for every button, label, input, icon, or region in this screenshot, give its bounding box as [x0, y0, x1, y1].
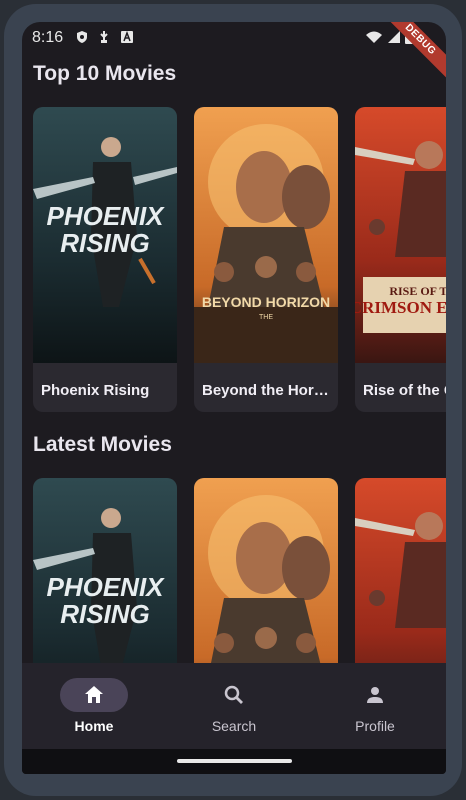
status-time: 8:16: [32, 29, 64, 46]
latest-row[interactable]: PHOENIX RISING: [22, 478, 446, 663]
svg-text:PHOENIX: PHOENIX: [46, 201, 165, 231]
svg-text:BEYOND HORIZON: BEYOND HORIZON: [202, 294, 330, 310]
poster-beyond-the-horizon: BEYOND HORIZON THE: [194, 107, 338, 363]
movie-card[interactable]: PHOENIX RISING Phoenix Rising: [33, 107, 177, 412]
home-icon: [85, 686, 103, 703]
top10-row[interactable]: PHOENIX RISING Phoenix Rising BEYOND HOR…: [22, 107, 446, 412]
search-icon: [224, 685, 243, 704]
movie-card[interactable]: [355, 478, 446, 663]
movie-card[interactable]: [194, 478, 338, 663]
app-screen: 8:16 DEBUG Top 10 Movies PHOENIX RISING …: [22, 22, 446, 774]
movie-card[interactable]: RISE OF THE CRIMSON EMPIRE Rise of the C…: [355, 107, 446, 412]
svg-text:RISE OF THE: RISE OF THE: [389, 284, 446, 298]
poster-rise-of-the-crimson-empire: RISE OF THE CRIMSON EMPIRE: [355, 107, 446, 363]
movie-card[interactable]: BEYOND HORIZON THE Beyond the Horizon: [194, 107, 338, 412]
movie-card[interactable]: PHOENIX RISING: [33, 478, 177, 663]
shield-icon: [77, 31, 87, 43]
poster-phoenix-rising: PHOENIX RISING: [33, 107, 177, 363]
nav-item-profile[interactable]: Profile: [315, 663, 435, 749]
svg-text:PHOENIX: PHOENIX: [46, 572, 165, 602]
nav-label-home: Home: [74, 718, 114, 734]
movie-title: Phoenix Rising: [41, 382, 150, 399]
wifi-icon: [366, 31, 382, 43]
gesture-area: [22, 749, 446, 774]
movie-title: Beyond the Horizon: [202, 382, 332, 399]
section-title-top10: Top 10 Movies: [33, 62, 177, 85]
nav-label-profile: Profile: [355, 718, 395, 734]
a-box-icon: [121, 30, 133, 43]
svg-text:THE: THE: [259, 314, 273, 321]
poster-phoenix-rising: PHOENIX RISING: [33, 478, 177, 663]
svg-text:RISING: RISING: [60, 228, 150, 258]
signal-icon: [388, 31, 400, 43]
bottom-nav: Home Search Profile: [22, 663, 446, 749]
poster-beyond-the-horizon: [194, 478, 338, 663]
poster-rise-of-the-crimson-empire: [355, 478, 446, 663]
svg-text:RISING: RISING: [60, 599, 150, 629]
status-bar: 8:16 DEBUG: [22, 22, 446, 80]
nav-item-search[interactable]: Search: [174, 663, 294, 749]
movie-title: Rise of the Crimson Empire: [363, 382, 446, 399]
usb-debug-icon: [100, 31, 108, 43]
svg-text:CRIMSON EMPIRE: CRIMSON EMPIRE: [355, 298, 446, 317]
person-icon: [367, 687, 383, 703]
nav-label-search: Search: [211, 718, 257, 734]
section-title-latest: Latest Movies: [33, 433, 172, 456]
nav-item-home[interactable]: Home: [34, 663, 154, 749]
gesture-handle[interactable]: [177, 759, 292, 763]
